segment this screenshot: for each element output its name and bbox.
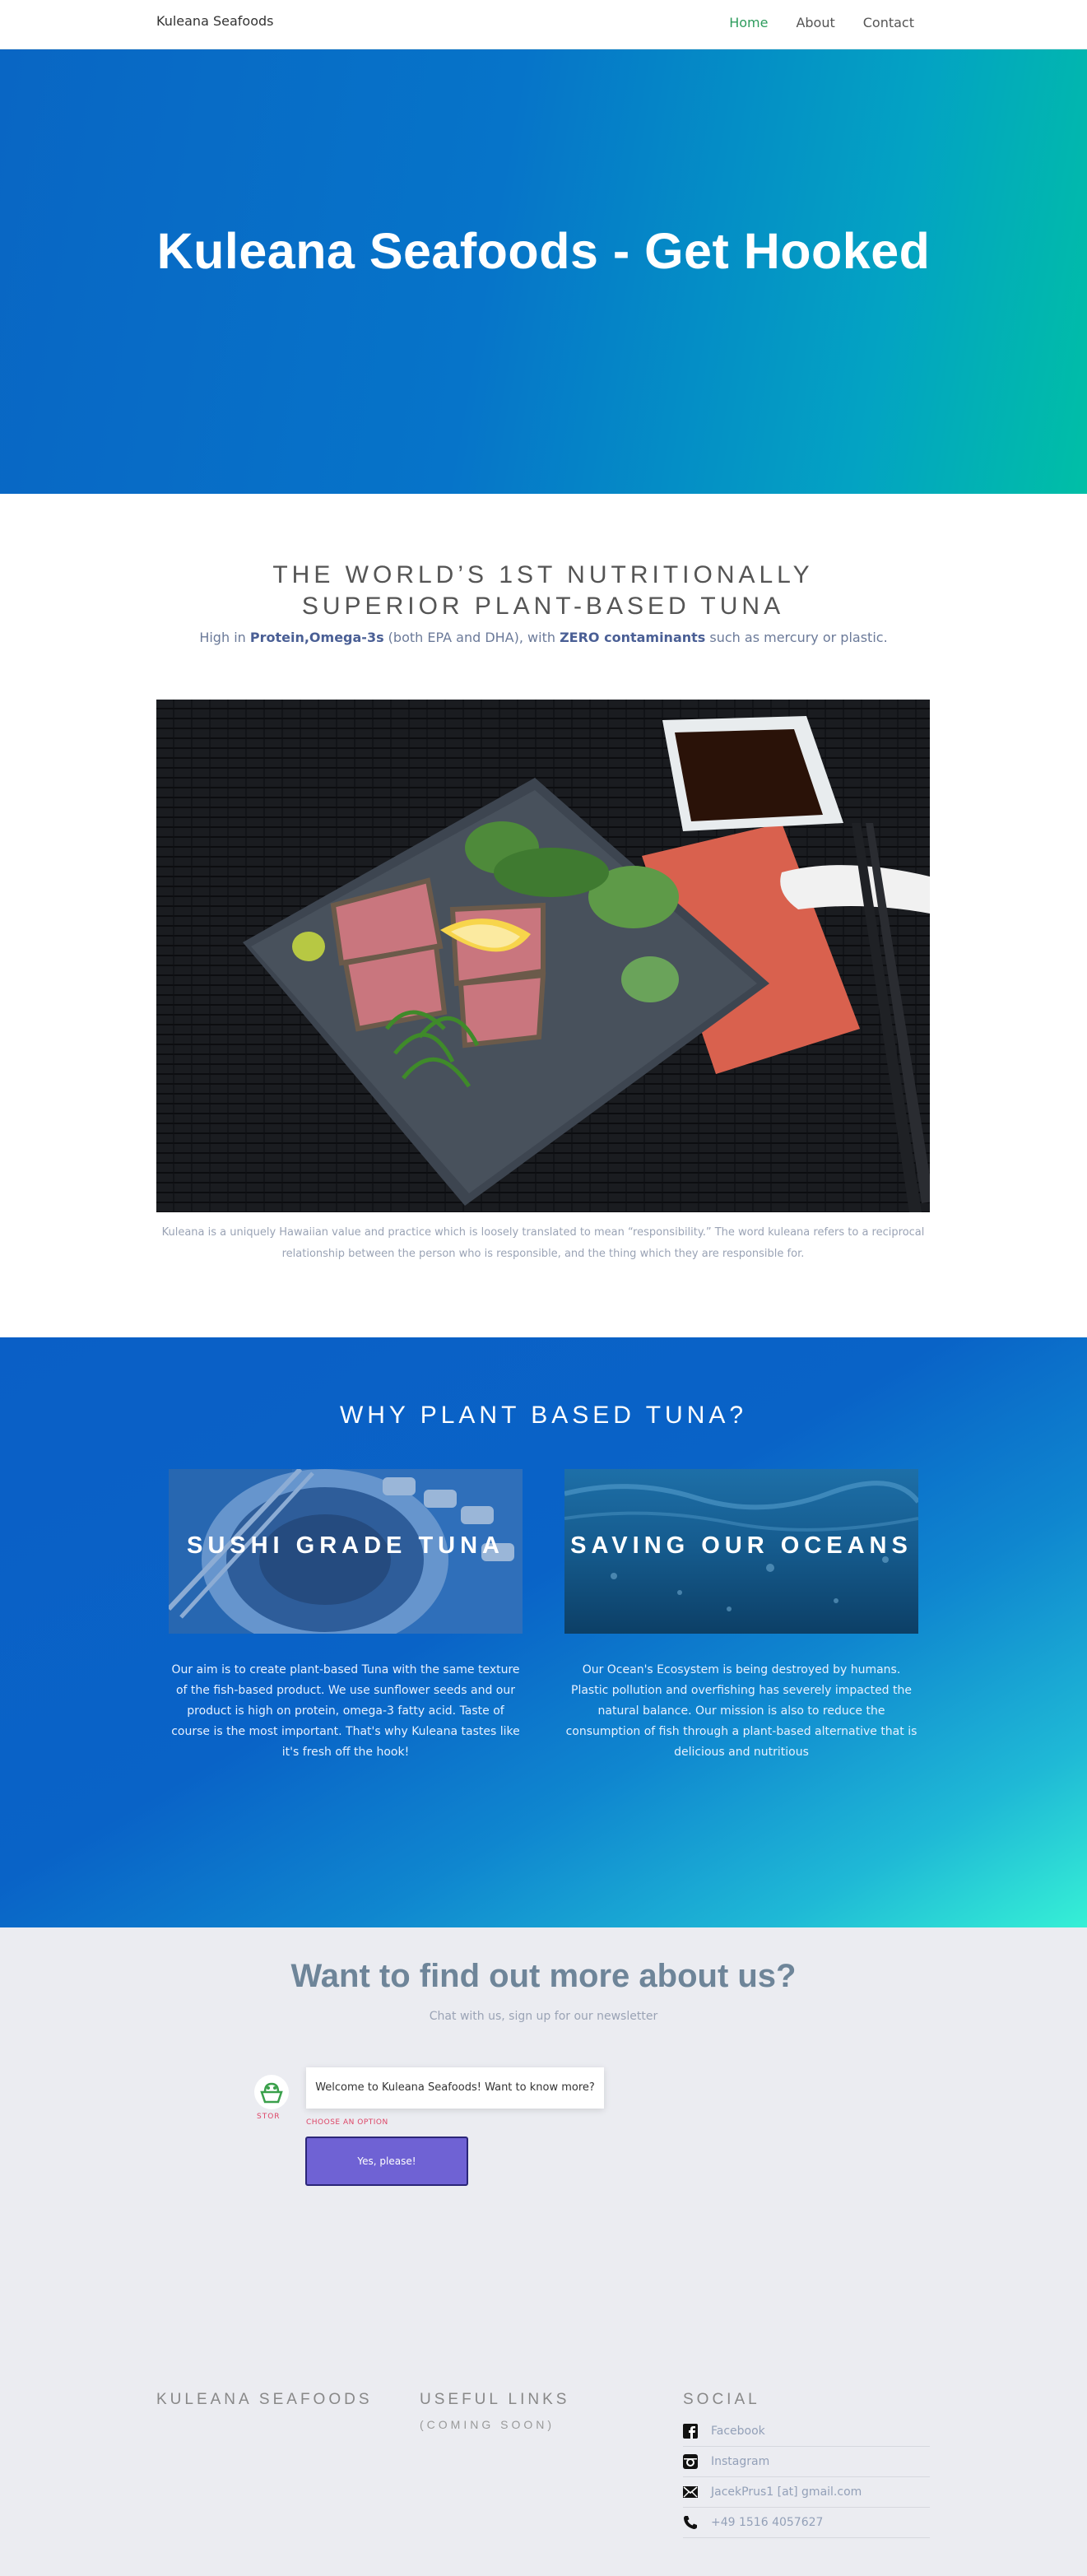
sushi-card-text: Our aim is to create plant-based Tuna wi… [171,1663,520,1759]
chatbot-message: Welcome to Kuleana Seafoods! Want to kno… [306,2067,604,2109]
intro-subtitle: High in Protein,Omega-3s (both EPA and D… [0,630,1087,645]
intro-sub-bold-contaminants: ZERO contaminants [560,630,706,645]
social-facebook-link[interactable]: Facebook [683,2416,930,2447]
footer-links-coming-soon: (COMING SOON) [420,2418,555,2431]
sushi-card-label: SUSHI GRADE TUNA [186,1532,504,1559]
intro-sub-bold-protein: Protein,Omega-3s [249,630,384,645]
nav-home-link[interactable]: Home [729,15,768,30]
card-sushi-grade[interactable]: SUSHI GRADE TUNA [169,1469,523,1634]
chatbot-avatar-icon [253,2074,290,2110]
social-instagram-link[interactable]: Instagram [683,2447,930,2477]
contact-subtitle: Chat with us, sign up for our newsletter [429,2010,658,2023]
hero-banner: Kuleana Seafoods - Get Hooked [0,49,1087,494]
contact-title: Want to find out more about us? [290,1958,797,1994]
nav-links: Home About Contact [729,15,914,30]
intro-sub-suffix: such as mercury or plastic. [705,630,888,645]
kuleana-caption: Kuleana is a uniquely Hawaiian value and… [161,1226,925,1260]
tuna-dish-photo [156,700,930,1212]
social-email-link[interactable]: JacekPrus1 [at] gmail.com [683,2477,930,2508]
intro-sub-mid: (both EPA and DHA), with [383,630,560,645]
card-saving-oceans[interactable]: SAVING OUR OCEANS [564,1469,918,1634]
social-instagram-label: Instagram [711,2455,770,2468]
brand-link[interactable]: Kuleana Seafoods [156,13,273,29]
choose-option-label: CHOOSE AN OPTION [306,2118,388,2127]
mail-icon [683,2485,698,2499]
social-phone-label: +49 1516 4057627 [711,2516,824,2529]
ocean-card-label: SAVING OUR OCEANS [570,1532,913,1559]
intro-title: THE WORLD’S 1ST NUTRITIONALLY SUPERIOR P… [272,561,814,620]
intro-sub-prefix: High in [199,630,250,645]
phone-icon [683,2515,698,2530]
social-list: Facebook Instagram JacekPrus1 [at] gmail… [683,2416,930,2538]
ocean-card-text: Our Ocean's Ecosystem is being destroyed… [565,1663,917,1759]
yes-please-button[interactable]: Yes, please! [305,2137,468,2186]
footer-social-title: SOCIAL [683,2391,760,2408]
social-facebook-label: Facebook [711,2425,765,2438]
nav-contact-link[interactable]: Contact [863,15,914,30]
social-phone-link[interactable]: +49 1516 4057627 [683,2508,930,2538]
social-email-label: JacekPrus1 [at] gmail.com [711,2485,862,2499]
top-navbar: Kuleana Seafoods Home About Contact [0,0,1087,49]
why-title: WHY PLANT BASED TUNA? [339,1402,748,1429]
nav-about-link[interactable]: About [796,15,834,30]
why-section: WHY PLANT BASED TUNA? SUSHI GRADE TUNA S… [0,1337,1087,1927]
footer-brand-title: KULEANA SEAFOODS [156,2391,373,2408]
hero-title: Kuleana Seafoods - Get Hooked [156,223,931,279]
chatbot-name: STOR [257,2113,281,2121]
footer-links-title: USEFUL LINKS [420,2391,570,2408]
facebook-icon [683,2424,698,2439]
instagram-icon [683,2454,698,2469]
